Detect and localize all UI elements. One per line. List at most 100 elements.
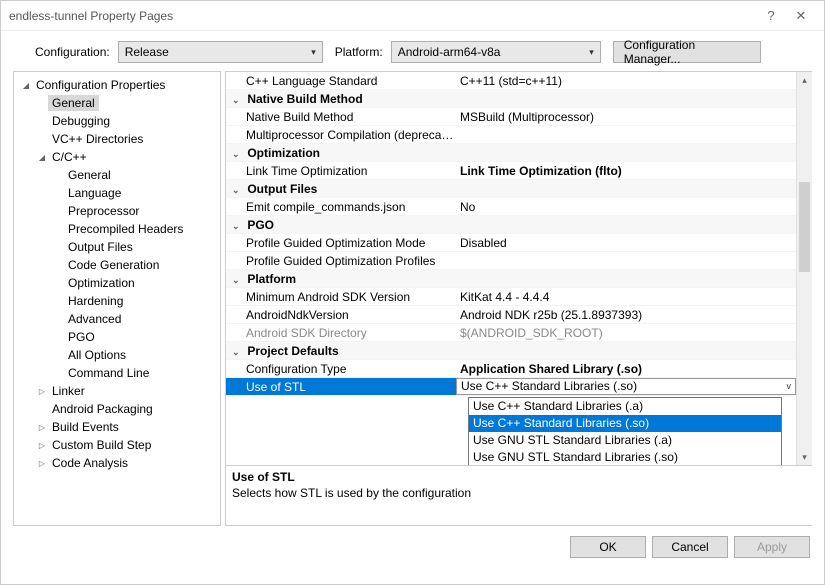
grid-value: Application Shared Library (.so) xyxy=(456,362,796,376)
tree-item-label: All Options xyxy=(64,347,130,363)
grid-section[interactable]: ⌄ Optimization xyxy=(226,144,796,162)
tree-item-label: Custom Build Step xyxy=(48,437,155,453)
tree-item[interactable]: General xyxy=(14,166,220,184)
configuration-value: Release xyxy=(125,45,169,59)
tree-item-label: Code Generation xyxy=(64,257,163,273)
dropdown-option[interactable]: Use C++ Standard Libraries (.a) xyxy=(469,398,781,415)
caret-closed-icon[interactable] xyxy=(36,422,48,432)
tree-item[interactable]: Android Packaging xyxy=(14,400,220,418)
cancel-button[interactable]: Cancel xyxy=(652,536,728,558)
tree-item-label: Build Events xyxy=(48,419,123,435)
tree-item[interactable]: Output Files xyxy=(14,238,220,256)
grid-label: Configuration Type xyxy=(226,362,456,376)
tree-item-label: Preprocessor xyxy=(64,203,143,219)
grid-row[interactable]: Profile Guided Optimization Profiles xyxy=(226,252,796,270)
tree-item[interactable]: Custom Build Step xyxy=(14,436,220,454)
description-title: Use of STL xyxy=(232,470,806,484)
tree[interactable]: Configuration PropertiesGeneralDebugging… xyxy=(14,76,220,472)
platform-label: Platform: xyxy=(335,45,383,59)
grid-row[interactable]: Link Time OptimizationLink Time Optimiza… xyxy=(226,162,796,180)
tree-item[interactable]: Precompiled Headers xyxy=(14,220,220,238)
grid-label: Profile Guided Optimization Profiles xyxy=(226,254,456,268)
grid-section[interactable]: ⌄ Project Defaults xyxy=(226,342,796,360)
section-caret-icon[interactable]: ⌄ xyxy=(232,95,244,106)
grid-value[interactable]: Use C++ Standard Libraries (.so) xyxy=(456,378,796,395)
close-icon[interactable]: ✕ xyxy=(786,8,816,24)
tree-item[interactable]: All Options xyxy=(14,346,220,364)
grid-section[interactable]: ⌄ PGO xyxy=(226,216,796,234)
grid-label: Native Build Method xyxy=(226,110,456,124)
dropdown-option[interactable]: Use GNU STL Standard Libraries (.so) xyxy=(469,449,781,465)
tree-item-label: C/C++ xyxy=(48,149,91,165)
scroll-up-icon[interactable]: ▴ xyxy=(797,72,812,88)
tree-item[interactable]: Hardening xyxy=(14,292,220,310)
caret-closed-icon[interactable] xyxy=(36,386,48,396)
section-caret-icon[interactable]: ⌄ xyxy=(232,185,244,196)
section-caret-icon[interactable]: ⌄ xyxy=(232,221,244,232)
tree-item-label: Android Packaging xyxy=(48,401,157,417)
grid-row[interactable]: Emit compile_commands.jsonNo xyxy=(226,198,796,216)
grid-row[interactable]: Multiprocessor Compilation (deprecated) xyxy=(226,126,796,144)
tree-item[interactable]: Advanced xyxy=(14,310,220,328)
tree-item[interactable]: C/C++ xyxy=(14,148,220,166)
apply-button[interactable]: Apply xyxy=(734,536,810,558)
tree-item-label: Configuration Properties xyxy=(32,77,169,93)
dialog-actions: OK Cancel Apply xyxy=(1,526,824,558)
tree-item[interactable]: Configuration Properties xyxy=(14,76,220,94)
grid-row[interactable]: C++ Language StandardC++11 (std=c++11) xyxy=(226,72,796,90)
section-caret-icon[interactable]: ⌄ xyxy=(232,275,244,286)
grid-row[interactable]: Minimum Android SDK VersionKitKat 4.4 - … xyxy=(226,288,796,306)
scroll-thumb[interactable] xyxy=(799,182,810,272)
grid-label: AndroidNdkVersion xyxy=(226,308,456,322)
grid-row[interactable]: Android SDK Directory$(ANDROID_SDK_ROOT) xyxy=(226,324,796,342)
section-caret-icon[interactable]: ⌄ xyxy=(232,347,244,358)
grid-row[interactable]: Use of STLUse C++ Standard Libraries (.s… xyxy=(226,378,796,396)
tree-item[interactable]: Build Events xyxy=(14,418,220,436)
configuration-manager-button[interactable]: Configuration Manager... xyxy=(613,41,761,63)
tree-item[interactable]: Preprocessor xyxy=(14,202,220,220)
caret-open-icon[interactable] xyxy=(36,152,48,162)
tree-item[interactable]: Debugging xyxy=(14,112,220,130)
grid-label: ⌄ Output Files xyxy=(226,182,456,196)
grid-row[interactable]: Configuration TypeApplication Shared Lib… xyxy=(226,360,796,378)
grid-row[interactable]: Native Build MethodMSBuild (Multiprocess… xyxy=(226,108,796,126)
caret-closed-icon[interactable] xyxy=(36,440,48,450)
tree-item[interactable]: Code Generation xyxy=(14,256,220,274)
tree-item-label: Command Line xyxy=(64,365,153,381)
grid-label: Profile Guided Optimization Mode xyxy=(226,236,456,250)
grid-label: ⌄ Platform xyxy=(226,272,456,286)
grid-section[interactable]: ⌄ Output Files xyxy=(226,180,796,198)
grid-row[interactable]: AndroidNdkVersionAndroid NDK r25b (25.1.… xyxy=(226,306,796,324)
grid-value: No xyxy=(456,200,796,214)
configuration-select[interactable]: Release xyxy=(118,41,323,63)
tree-item[interactable]: Linker xyxy=(14,382,220,400)
property-grid[interactable]: C++ Language StandardC++11 (std=c++11)⌄ … xyxy=(226,72,796,396)
grid-section[interactable]: ⌄ Native Build Method xyxy=(226,90,796,108)
tree-item[interactable]: General xyxy=(14,94,220,112)
stl-dropdown[interactable]: Use C++ Standard Libraries (.a)Use C++ S… xyxy=(468,397,782,465)
tree-item[interactable]: Language xyxy=(14,184,220,202)
grid-label: Emit compile_commands.json xyxy=(226,200,456,214)
grid-row[interactable]: Profile Guided Optimization ModeDisabled xyxy=(226,234,796,252)
platform-select[interactable]: Android-arm64-v8a xyxy=(391,41,601,63)
caret-open-icon[interactable] xyxy=(20,80,32,90)
tree-item-label: Precompiled Headers xyxy=(64,221,187,237)
tree-item[interactable]: VC++ Directories xyxy=(14,130,220,148)
section-caret-icon[interactable]: ⌄ xyxy=(232,149,244,160)
scroll-down-icon[interactable]: ▾ xyxy=(797,449,812,465)
tree-item[interactable]: Optimization xyxy=(14,274,220,292)
grid-value: KitKat 4.4 - 4.4.4 xyxy=(456,290,796,304)
caret-closed-icon[interactable] xyxy=(36,458,48,468)
tree-item[interactable]: Command Line xyxy=(14,364,220,382)
grid-label: Minimum Android SDK Version xyxy=(226,290,456,304)
scrollbar[interactable]: ▴ ▾ xyxy=(796,72,812,465)
help-icon[interactable]: ? xyxy=(756,8,786,23)
dropdown-option[interactable]: Use GNU STL Standard Libraries (.a) xyxy=(469,432,781,449)
grid-section[interactable]: ⌄ Platform xyxy=(226,270,796,288)
grid-label: Link Time Optimization xyxy=(226,164,456,178)
ok-button[interactable]: OK xyxy=(570,536,646,558)
tree-item[interactable]: PGO xyxy=(14,328,220,346)
dropdown-option[interactable]: Use C++ Standard Libraries (.so) xyxy=(469,415,781,432)
tree-item-label: Optimization xyxy=(64,275,139,291)
tree-item[interactable]: Code Analysis xyxy=(14,454,220,472)
